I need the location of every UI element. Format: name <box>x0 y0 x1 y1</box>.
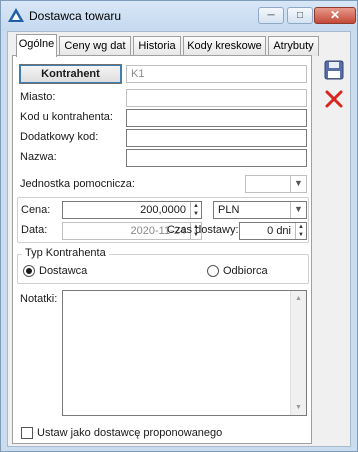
miasto-field[interactable] <box>126 89 307 107</box>
data-label: Data: <box>21 224 48 236</box>
delete-icon[interactable] <box>323 88 345 110</box>
minimize-button[interactable]: ─ <box>258 7 284 24</box>
tab-ceny-wg-dat[interactable]: Ceny wg dat <box>59 36 131 56</box>
typ-kontrahenta-title: Typ Kontrahenta <box>22 247 109 259</box>
tab-ogolne[interactable]: Ogólne <box>16 34 57 57</box>
czas-dostawy-label: Czas dostawy: <box>167 224 239 236</box>
waluta-combo[interactable]: PLN ▼ <box>213 201 307 219</box>
jednostka-label: Jednostka pomocnicza: <box>20 178 135 190</box>
spin-down-icon[interactable]: ▼ <box>191 210 201 218</box>
spin-up-icon[interactable]: ▲ <box>191 202 201 210</box>
miasto-label: Miasto: <box>20 91 56 103</box>
chevron-down-icon[interactable]: ▼ <box>290 176 306 192</box>
scroll-down-icon[interactable]: ▼ <box>291 400 306 415</box>
czas-dostawy-value: 0 dni <box>267 225 291 237</box>
save-icon[interactable] <box>323 59 345 81</box>
cena-field[interactable]: 200,0000 ▲ ▼ <box>62 201 202 219</box>
kontrahent-field[interactable]: K1 <box>126 65 307 83</box>
cena-label: Cena: <box>21 204 51 216</box>
app-logo-icon <box>8 8 24 22</box>
czas-dostawy-field[interactable]: 0 dni ▲ ▼ <box>239 222 307 240</box>
odbiorca-label[interactable]: Odbiorca <box>223 265 268 277</box>
dialog-client: Ogólne Ceny wg dat Historia Kody kreskow… <box>7 31 351 447</box>
chevron-down-icon[interactable]: ▼ <box>290 202 306 218</box>
proponowany-checkbox[interactable] <box>21 427 33 439</box>
spin-down-icon[interactable]: ▼ <box>296 231 306 239</box>
notatki-scrollbar[interactable]: ▲ ▼ <box>290 291 306 415</box>
notatki-textarea[interactable]: ▲ ▼ <box>62 290 307 416</box>
nazwa-label: Nazwa: <box>20 151 57 163</box>
jednostka-combo[interactable]: ▼ <box>245 175 307 193</box>
window-title: Dostawca towaru <box>29 9 122 23</box>
odbiorca-radio[interactable] <box>207 265 219 277</box>
nazwa-field[interactable] <box>126 149 307 167</box>
dialog-window: Dostawca towaru ─ □ ✕ Ogólne Ceny wg dat… <box>0 0 358 452</box>
maximize-button[interactable]: □ <box>287 7 313 24</box>
kod-kontrahenta-field[interactable] <box>126 109 307 127</box>
czas-spinner[interactable]: ▲ ▼ <box>295 223 306 239</box>
close-button[interactable]: ✕ <box>314 7 356 24</box>
dostawca-label[interactable]: Dostawca <box>39 265 87 277</box>
waluta-value: PLN <box>218 204 240 216</box>
spin-up-icon[interactable]: ▲ <box>296 223 306 231</box>
tab-panel-ogolne: Kontrahent K1 Miasto: Kod u kontrahenta:… <box>12 55 312 444</box>
dostawca-radio[interactable] <box>23 265 35 277</box>
dodatkowy-kod-label: Dodatkowy kod: <box>20 131 99 143</box>
tab-historia[interactable]: Historia <box>133 36 181 56</box>
proponowany-label[interactable]: Ustaw jako dostawcę proponowanego <box>37 427 222 439</box>
scroll-up-icon[interactable]: ▲ <box>291 291 306 306</box>
dodatkowy-kod-field[interactable] <box>126 129 307 147</box>
title-bar: Dostawca towaru ─ □ ✕ <box>1 1 357 31</box>
tab-atrybuty[interactable]: Atrybuty <box>268 36 319 56</box>
kontrahent-button[interactable]: Kontrahent <box>19 64 122 84</box>
notatki-label: Notatki: <box>20 293 58 305</box>
tab-kody-kreskowe[interactable]: Kody kreskowe <box>183 36 266 56</box>
cena-spinner[interactable]: ▲ ▼ <box>190 202 201 218</box>
kod-kontrahenta-label: Kod u kontrahenta: <box>20 111 113 123</box>
cena-value: 200,0000 <box>140 204 186 216</box>
